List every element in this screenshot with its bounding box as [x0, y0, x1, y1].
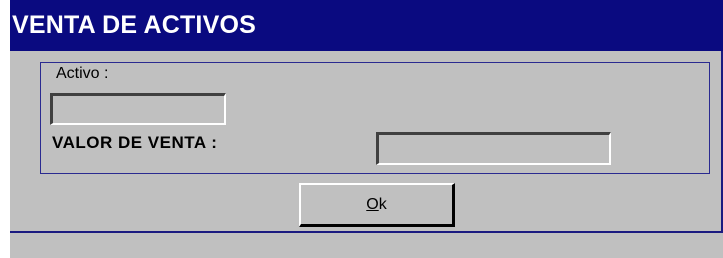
ok-button-label: k — [378, 195, 387, 213]
venta-de-activos-window: VENTA DE ACTIVOS Activo : VALOR DE VENTA… — [10, 0, 723, 258]
ok-button[interactable]: Ok — [299, 183, 455, 227]
window-bottom-area — [10, 233, 723, 258]
page: VENTA DE ACTIVOS Activo : VALOR DE VENTA… — [0, 0, 723, 258]
dialog-body: Activo : VALOR DE VENTA : Ok — [10, 51, 723, 233]
window-title: VENTA DE ACTIVOS — [10, 0, 723, 51]
activo-label: Activo : — [56, 65, 109, 82]
ok-button-mnemonic: O — [366, 195, 379, 213]
activo-field[interactable] — [50, 93, 226, 125]
valor-de-venta-field[interactable] — [376, 132, 611, 165]
valor-de-venta-label: VALOR DE VENTA : — [52, 133, 218, 152]
